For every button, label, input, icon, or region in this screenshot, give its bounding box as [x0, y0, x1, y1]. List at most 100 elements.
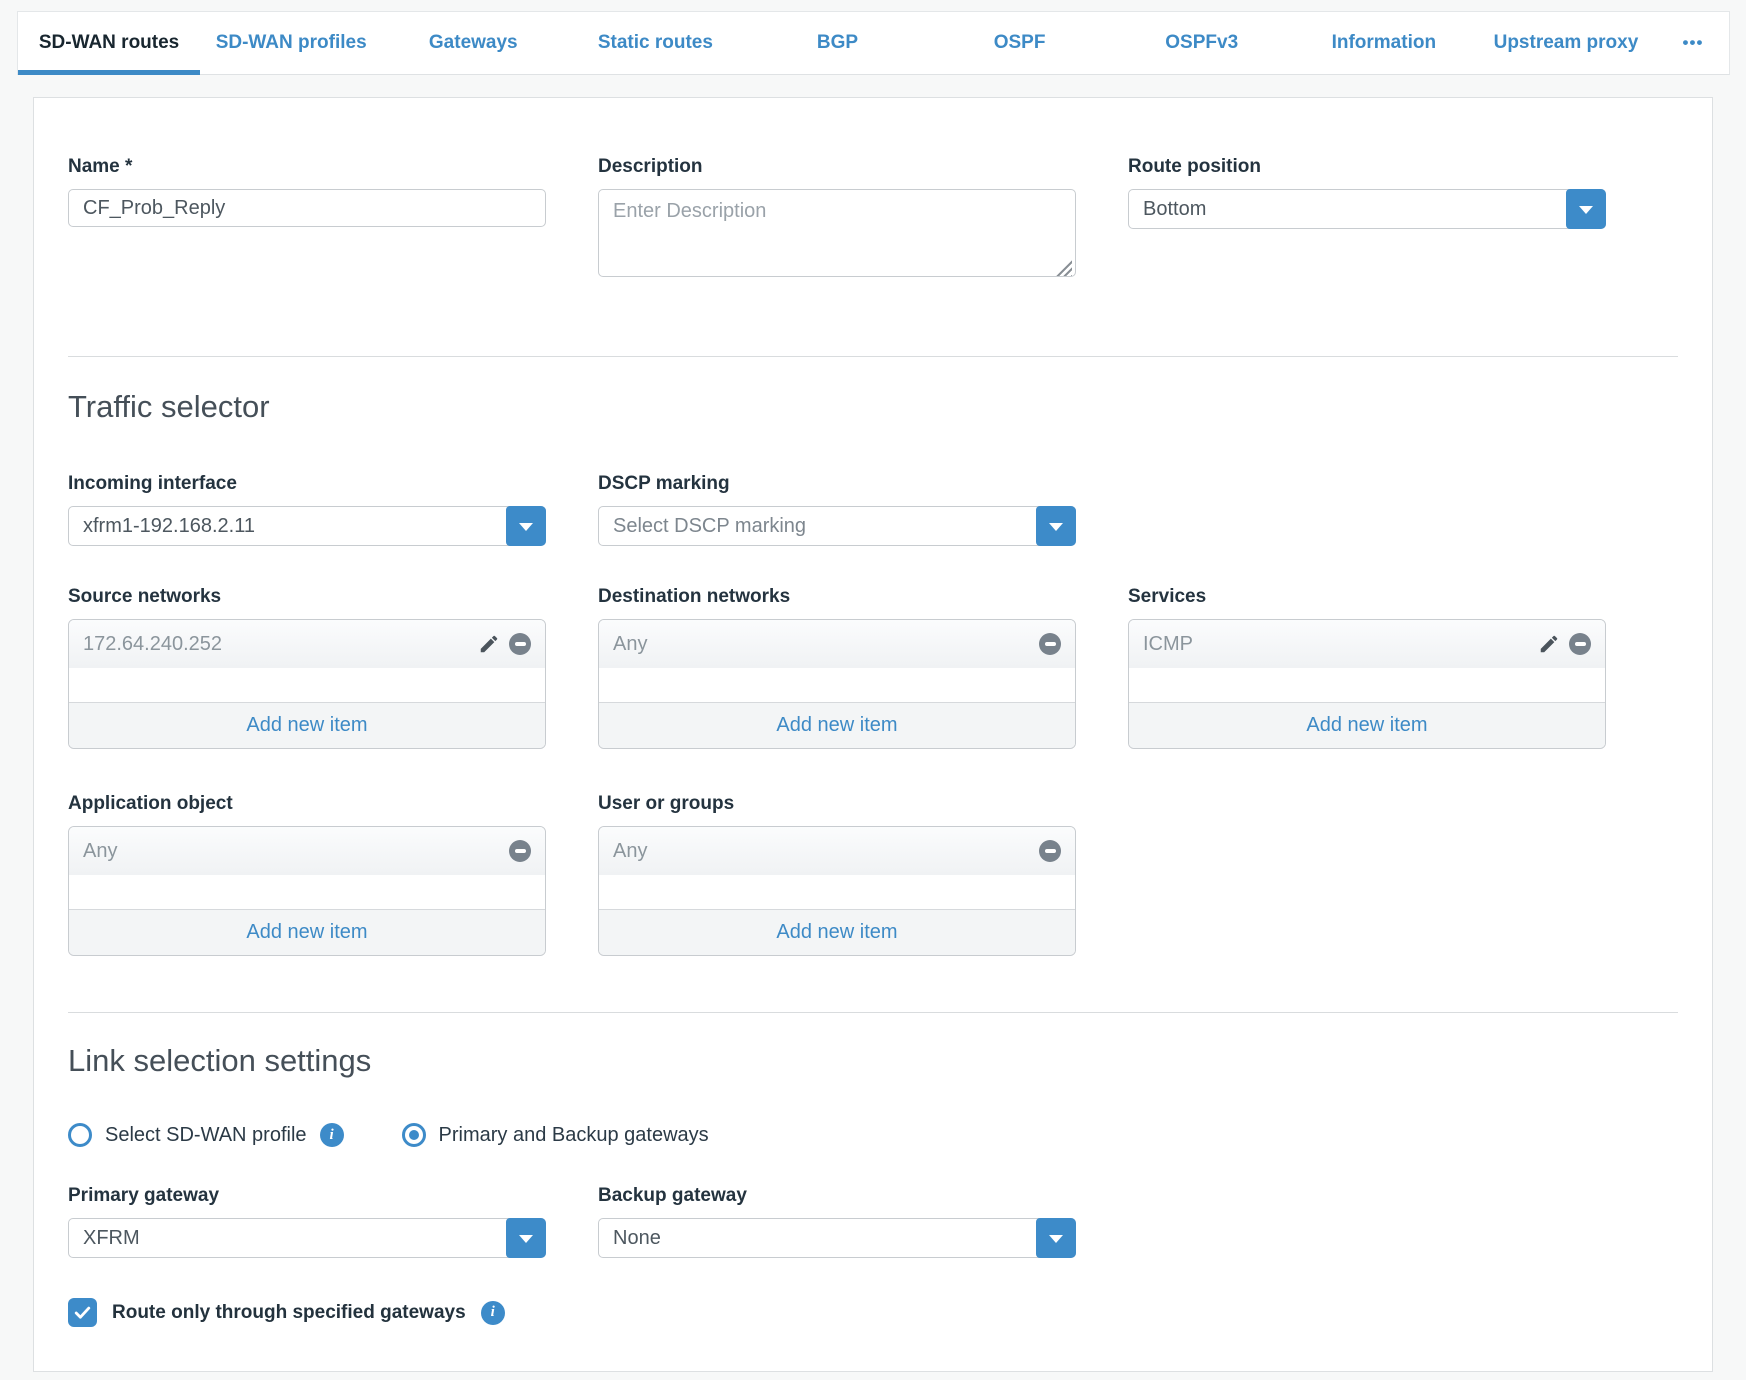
user-or-groups-group: User or groups Any Add new item	[598, 793, 1076, 956]
add-new-item-button[interactable]: Add new item	[599, 702, 1075, 748]
tab-label: SD-WAN profiles	[216, 32, 367, 54]
tab-label: Static routes	[598, 32, 713, 54]
add-new-item-label: Add new item	[246, 714, 367, 737]
chevron-down-icon	[1579, 206, 1593, 214]
tab-gateways[interactable]: Gateways	[382, 12, 564, 74]
description-textarea[interactable]	[598, 189, 1076, 277]
add-new-item-label: Add new item	[776, 714, 897, 737]
route-editor-card: Name * Description Route position Bottom…	[33, 97, 1713, 1372]
services-label: Services	[1128, 586, 1606, 608]
tab-bgp[interactable]: BGP	[746, 12, 928, 74]
tab-label: Gateways	[429, 32, 518, 54]
tab-label: BGP	[817, 32, 858, 54]
list-item: 172.64.240.252	[69, 620, 545, 668]
remove-icon[interactable]	[509, 633, 531, 655]
dscp-marking-placeholder: Select DSCP marking	[613, 515, 806, 538]
add-new-item-label: Add new item	[776, 921, 897, 944]
remove-icon[interactable]	[1569, 633, 1591, 655]
destination-networks-label: Destination networks	[598, 586, 1076, 608]
primary-gateway-select[interactable]: XFRM	[68, 1218, 546, 1258]
application-object-group: Application object Any Add new item	[68, 793, 546, 956]
list-empty-area	[1129, 668, 1605, 702]
tab-ospfv3[interactable]: OSPFv3	[1111, 12, 1293, 74]
list-item-value: Any	[613, 633, 647, 656]
add-new-item-button[interactable]: Add new item	[599, 909, 1075, 955]
list-empty-area	[599, 668, 1075, 702]
backup-gateway-label: Backup gateway	[598, 1185, 1076, 1207]
radio-select-sd-wan-profile[interactable]: Select SD-WAN profile i	[68, 1123, 344, 1147]
route-position-value: Bottom	[1143, 198, 1206, 221]
tab-sd-wan-profiles[interactable]: SD-WAN profiles	[200, 12, 382, 74]
tab-label: OSPF	[994, 32, 1046, 54]
edit-icon[interactable]	[478, 633, 500, 655]
tab-label: Information	[1332, 32, 1437, 54]
destination-networks-listbox: Any Add new item	[598, 619, 1076, 749]
tab-static-routes[interactable]: Static routes	[564, 12, 746, 74]
list-item: Any	[69, 827, 545, 875]
incoming-interface-group: Incoming interface xfrm1-192.168.2.11	[68, 473, 546, 546]
dropdown-button[interactable]	[506, 1218, 546, 1258]
tab-sd-wan-routes[interactable]: SD-WAN routes	[18, 12, 200, 74]
list-empty-area	[69, 668, 545, 702]
dscp-marking-select[interactable]: Select DSCP marking	[598, 506, 1076, 546]
add-new-item-button[interactable]: Add new item	[1129, 702, 1605, 748]
add-new-item-button[interactable]: Add new item	[69, 909, 545, 955]
application-object-label: Application object	[68, 793, 546, 815]
radio-primary-and-backup-gateways[interactable]: Primary and Backup gateways	[402, 1123, 709, 1147]
info-icon[interactable]: i	[320, 1123, 344, 1147]
remove-icon[interactable]	[1039, 840, 1061, 862]
checkbox-checked-icon[interactable]	[68, 1298, 97, 1327]
section-divider	[68, 1012, 1678, 1013]
list-item-value: Any	[613, 840, 647, 863]
edit-icon[interactable]	[1538, 633, 1560, 655]
ellipsis-icon: •••	[1683, 33, 1704, 53]
tab-label: Upstream proxy	[1494, 32, 1639, 54]
dscp-marking-group: DSCP marking Select DSCP marking	[598, 473, 1076, 546]
services-listbox: ICMP Add new item	[1128, 619, 1606, 749]
radio-label: Primary and Backup gateways	[439, 1124, 709, 1147]
tab-upstream-proxy[interactable]: Upstream proxy	[1475, 12, 1657, 74]
info-icon[interactable]: i	[481, 1301, 505, 1325]
list-item-value: ICMP	[1143, 633, 1193, 656]
route-only-checkbox-label: Route only through specified gateways	[112, 1302, 466, 1324]
tab-ospf[interactable]: OSPF	[929, 12, 1111, 74]
chevron-down-icon	[519, 523, 533, 531]
traffic-selector-title: Traffic selector	[68, 389, 1678, 425]
radio-label: Select SD-WAN profile	[105, 1124, 307, 1147]
radio-unchecked-icon[interactable]	[68, 1123, 92, 1147]
user-or-groups-label: User or groups	[598, 793, 1076, 815]
dropdown-button[interactable]	[1036, 506, 1076, 546]
services-group: Services ICMP Add new item	[1128, 586, 1606, 749]
remove-icon[interactable]	[1039, 633, 1061, 655]
destination-networks-group: Destination networks Any Add new item	[598, 586, 1076, 749]
radio-checked-icon[interactable]	[402, 1123, 426, 1147]
list-empty-area	[599, 875, 1075, 909]
primary-gateway-value: XFRM	[83, 1227, 140, 1250]
description-field-group: Description	[598, 156, 1076, 282]
dropdown-button[interactable]	[1036, 1218, 1076, 1258]
add-new-item-label: Add new item	[246, 921, 367, 944]
list-item-value: 172.64.240.252	[83, 633, 222, 656]
route-position-select[interactable]: Bottom	[1128, 189, 1606, 229]
tab-overflow-menu[interactable]: •••	[1657, 12, 1729, 74]
name-input[interactable]	[68, 189, 546, 227]
add-new-item-button[interactable]: Add new item	[69, 702, 545, 748]
incoming-interface-value: xfrm1-192.168.2.11	[83, 515, 255, 538]
backup-gateway-select[interactable]: None	[598, 1218, 1076, 1258]
dscp-marking-label: DSCP marking	[598, 473, 1076, 495]
primary-gateway-label: Primary gateway	[68, 1185, 546, 1207]
backup-gateway-value: None	[613, 1227, 661, 1250]
tab-information[interactable]: Information	[1293, 12, 1475, 74]
section-divider	[68, 356, 1678, 357]
dropdown-button[interactable]	[1566, 189, 1606, 229]
application-object-listbox: Any Add new item	[68, 826, 546, 956]
incoming-interface-select[interactable]: xfrm1-192.168.2.11	[68, 506, 546, 546]
remove-icon[interactable]	[509, 840, 531, 862]
link-selection-radio-group: Select SD-WAN profile i Primary and Back…	[68, 1123, 1678, 1147]
name-field-group: Name *	[68, 156, 546, 227]
link-selection-title: Link selection settings	[68, 1043, 1678, 1079]
route-only-checkbox-row: Route only through specified gateways i	[68, 1298, 1678, 1327]
user-or-groups-listbox: Any Add new item	[598, 826, 1076, 956]
primary-gateway-group: Primary gateway XFRM	[68, 1185, 546, 1258]
dropdown-button[interactable]	[506, 506, 546, 546]
